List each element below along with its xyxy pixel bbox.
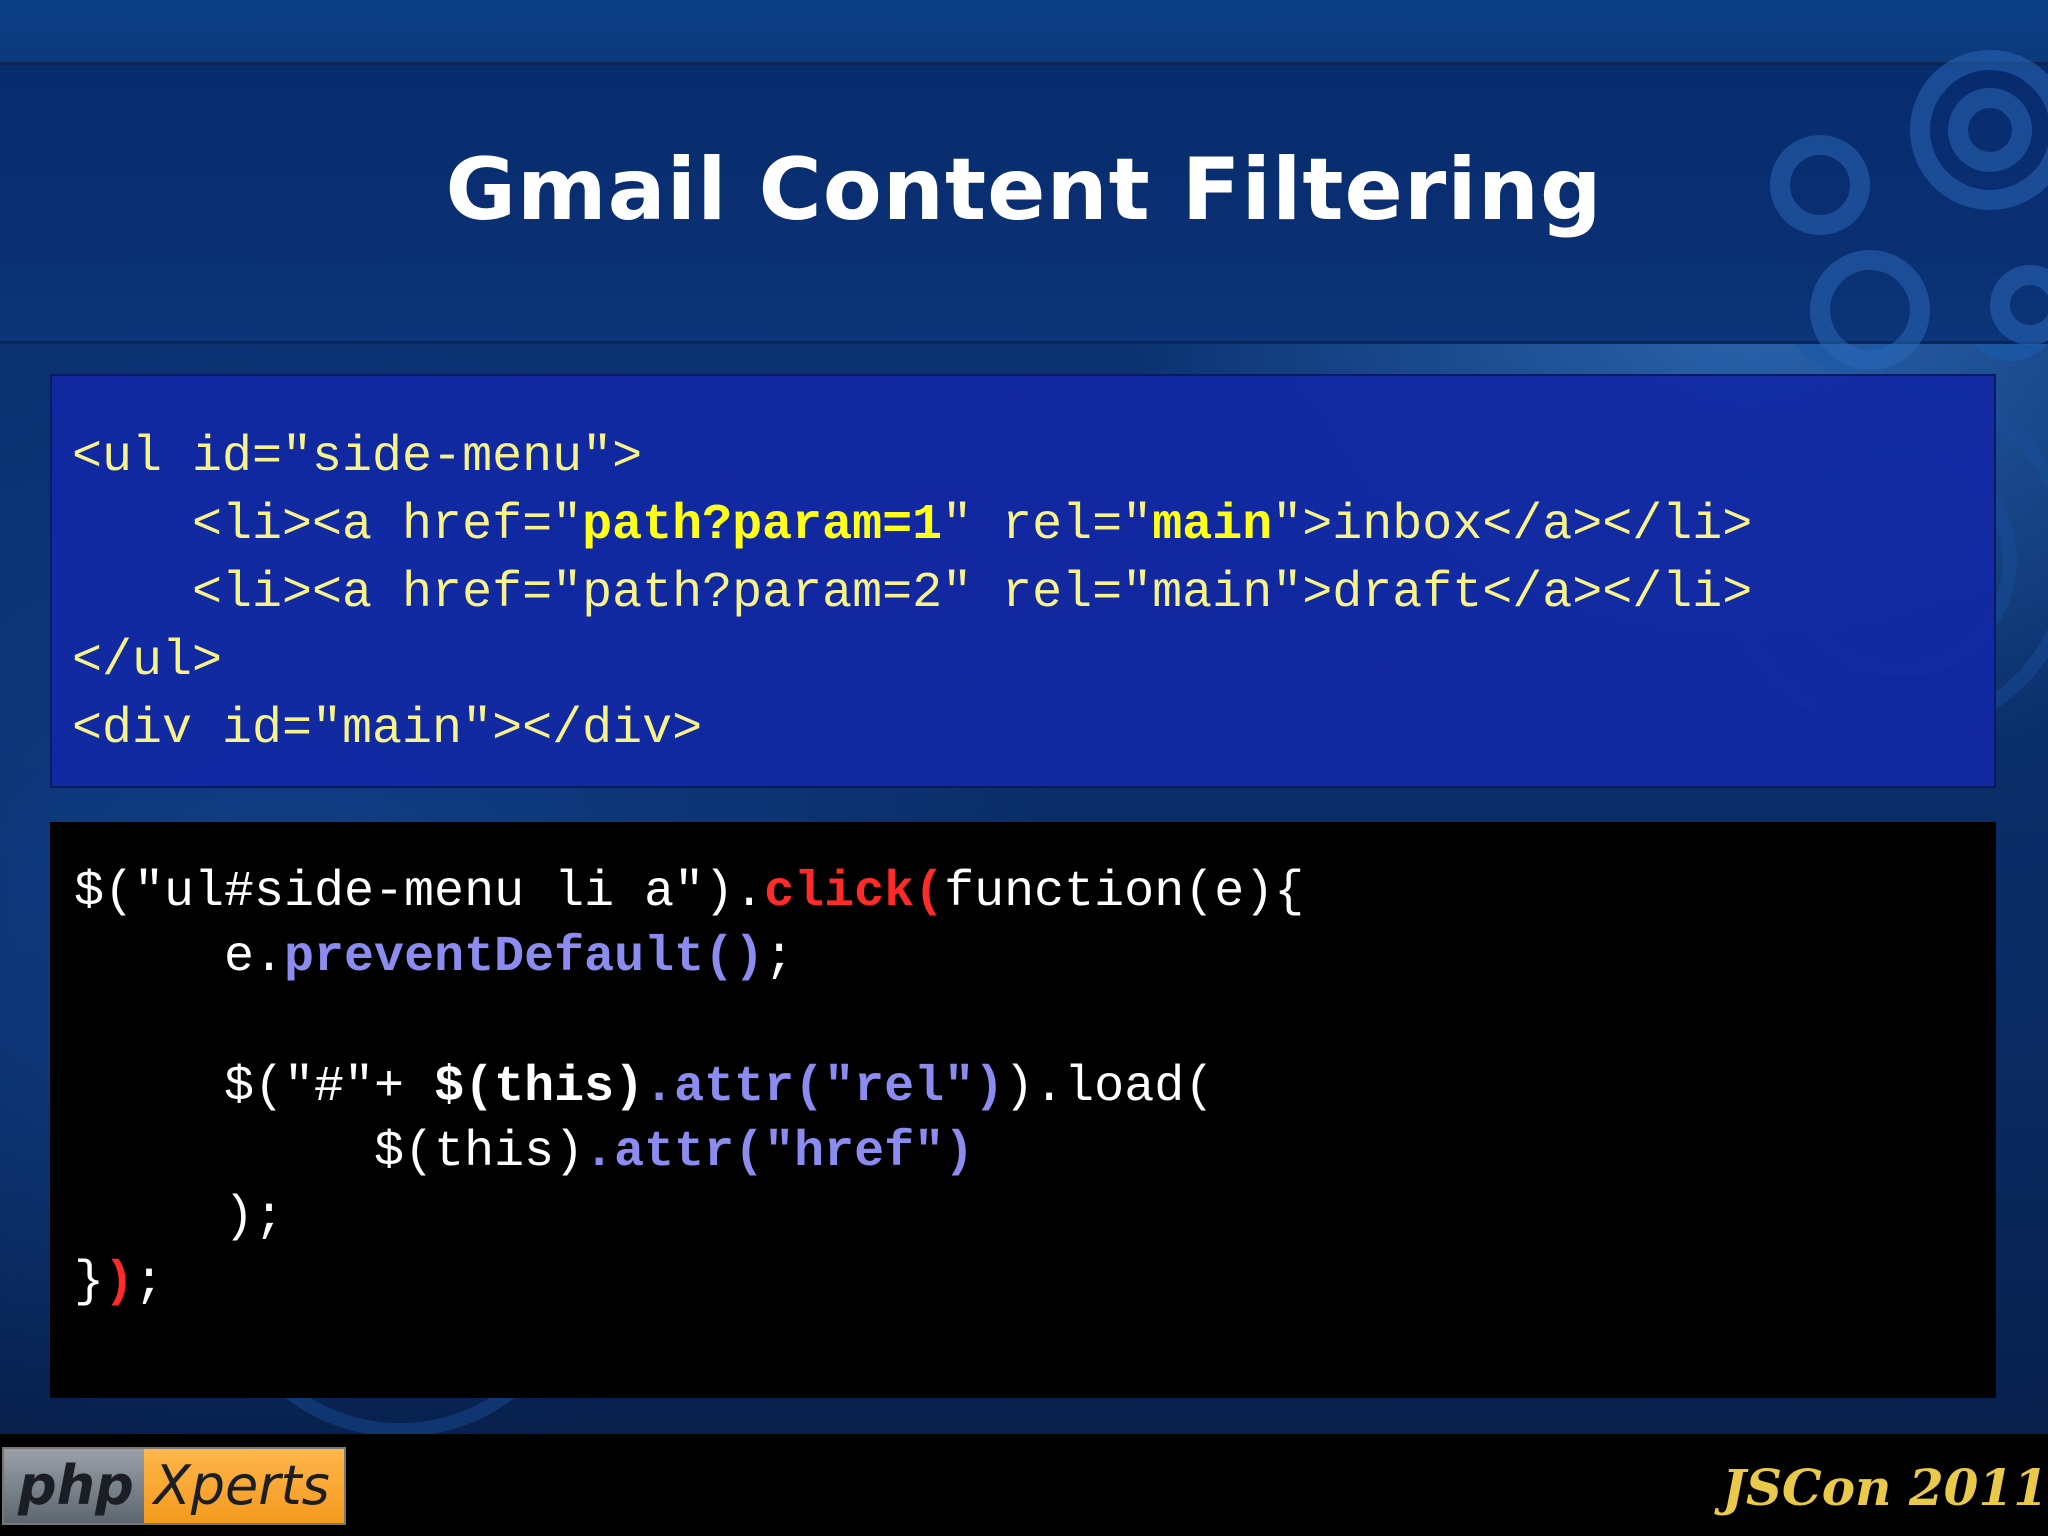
code-token: e. [74,929,285,986]
html-line-2: <li><a href="path?param=1" rel="main">in… [72,497,1752,554]
logo-xperts-text: Xperts [143,1449,344,1523]
js-line-5: $(this).attr("href") [74,1124,974,1181]
logo-php-text: php [4,1449,144,1523]
conference-label: JSCon 2011 [1722,1458,2048,1517]
html-line-5: <div id="main"></div> [72,701,703,758]
html-line-1: <ul id="side-menu"> [72,429,643,486]
attr-href-method: .attr("href") [584,1124,975,1181]
js-line-2: e.preventDefault(); [74,929,794,986]
code-token: $("#"+ [74,1059,435,1116]
code-token: ; [134,1254,165,1311]
phpxperts-logo: php Xperts [2,1447,346,1525]
code-token: ).load( [1004,1059,1215,1116]
html-code-block: <ul id="side-menu"> <li><a href="path?pa… [50,374,1996,788]
html-line-3: <li><a href="path?param=2" rel="main">dr… [72,565,1753,622]
slide-title: Gmail Content Filtering [445,140,1603,240]
code-token: } [74,1254,105,1311]
html-line-4: </ul> [72,633,223,690]
js-line-4: $("#"+ $(this).attr("rel")).load( [74,1059,1214,1116]
code-token: <li><a href=" [72,497,583,554]
js-line-7: }); [74,1254,164,1311]
highlighted-href: path?param=1 [582,497,943,554]
prevent-default-method: preventDefault() [284,929,765,986]
closing-paren: ) [104,1254,135,1311]
code-token: $(this) [74,1124,585,1181]
this-selector: $(this) [434,1059,645,1116]
code-token: $("ul#side-menu li a"). [74,864,765,921]
js-line-6: ); [74,1189,285,1246]
js-code-block: $("ul#side-menu li a").click(function(e)… [50,822,1996,1398]
click-keyword: click( [764,864,945,921]
js-line-1: $("ul#side-menu li a").click(function(e)… [74,864,1304,921]
code-token: ; [764,929,795,986]
code-token: " rel=" [942,497,1153,554]
code-token: ">inbox</a></li> [1272,497,1753,554]
code-token: function(e){ [944,864,1305,921]
highlighted-rel: main [1152,497,1273,554]
attr-rel-method: .attr("rel") [644,1059,1005,1116]
